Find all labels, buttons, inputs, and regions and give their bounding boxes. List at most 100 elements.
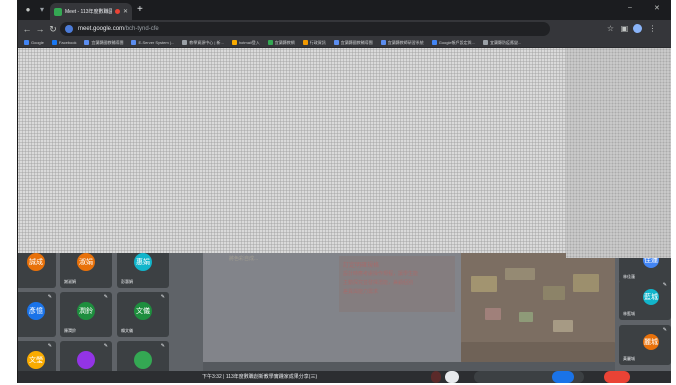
participant-avatar: 淑娟 [77, 253, 95, 271]
pin-icon[interactable]: ✎ [663, 327, 667, 333]
participant-tile[interactable]: ✎ 彥憶 [18, 292, 56, 337]
camera-button[interactable] [445, 371, 459, 383]
tab-title: Meet - 113年度數職國民小... [65, 9, 112, 15]
tab-strip: ● ▾ Meet - 113年度數職國民小... ✕ + – ✕ [18, 0, 671, 20]
photo-table-edge [461, 342, 615, 362]
pin-icon[interactable]: ✎ [161, 294, 165, 300]
participant-avatar [134, 351, 152, 369]
bookmark-item[interactable]: 宜蘭縣國教輔導團 [333, 40, 373, 46]
bookmark-label: Google帳戶設定與... [438, 39, 475, 45]
tab-list-icon[interactable]: ▾ [36, 4, 48, 16]
extension-icon[interactable]: ▣ [619, 23, 630, 34]
bookmark-favicon-icon [380, 40, 386, 45]
forward-arrow-icon[interactable]: → [34, 23, 46, 35]
bookmark-favicon-icon [84, 40, 90, 45]
bookmark-item[interactable]: 宜蘭縣教網 [267, 39, 295, 46]
page-right-border [671, 0, 676, 385]
bookmark-item[interactable]: 宜蘭縣國教輔導團 [84, 40, 123, 46]
pin-icon[interactable]: ✎ [104, 343, 108, 349]
bookmark-favicon-icon [302, 40, 308, 45]
slide-photo [461, 246, 615, 362]
participant-avatar: 誠成 [27, 253, 45, 271]
pin-icon[interactable]: ✎ [104, 294, 108, 300]
participant-tile[interactable]: ✎ 潤鈴陳潤鈴 [60, 292, 112, 337]
bookmark-item[interactable]: Google帳戶設定與... [431, 39, 475, 46]
bookmark-label: 教學資源中心 | 新... [189, 39, 224, 45]
back-arrow-icon[interactable]: ← [21, 23, 33, 35]
slide: 將色彩自成... 訂定明確規格 設計時應考慮操作規程，讓學生能 主動探究並發揮潛… [203, 246, 615, 362]
present-button[interactable] [552, 371, 574, 383]
shared-screen: 將色彩自成... 訂定明確規格 設計時應考慮操作規程，讓學生能 主動探究並發揮潛… [203, 246, 615, 376]
pin-icon[interactable]: ✎ [48, 294, 52, 300]
pin-icon[interactable]: ✎ [161, 343, 165, 349]
meeting-title: 113年度數職創新教學實踐家成果分享(三) [225, 374, 318, 380]
close-window-button[interactable]: ✕ [654, 4, 660, 12]
photo-block [505, 268, 535, 280]
bookmark-favicon-icon [231, 40, 237, 45]
bookmark-label: 行政資訊 [309, 39, 326, 45]
photo-block [543, 286, 565, 300]
bookmark-favicon-icon [131, 40, 137, 45]
tab-search-icon[interactable]: ● [22, 4, 34, 16]
bookmark-label: Google [31, 40, 44, 45]
slide-box-line: 設計時應考慮操作規程，讓學生能 [343, 271, 419, 277]
scrubbed-overlay-side [566, 48, 671, 258]
slide-box-line: 主動探究並發揮潛能，兼顧個別 [343, 280, 414, 286]
participant-tile[interactable]: ✎ 麗城 黃麗城 [619, 325, 671, 365]
photo-block [485, 308, 501, 320]
participant-tile[interactable]: ✎ 藍城林藍城 [619, 280, 671, 320]
bookmark-item[interactable]: 宜蘭縣教師研習系統 [380, 39, 424, 46]
reload-icon[interactable]: ↻ [47, 23, 59, 35]
tab-close-icon[interactable]: ✕ [123, 8, 128, 15]
participant-name: 陳潤鈴 [64, 328, 76, 333]
profile-avatar-icon[interactable] [633, 24, 642, 33]
end-call-button[interactable] [604, 371, 630, 383]
participant-name: 賴文儀 [121, 328, 133, 333]
slide-left-text: 將色彩自成... [229, 256, 259, 262]
participant-name: 林藍城 [623, 311, 635, 316]
bookmark-label: 宜蘭縣教網 [274, 39, 295, 45]
meeting-info: 下午3:32 | 113年度數職創新教學實踐家成果分享(三) [202, 373, 317, 380]
participant-name: 彭惠娟 [121, 279, 133, 284]
menu-icon[interactable]: ⋮ [647, 23, 658, 34]
slide-box-title: 訂定明確規格 [343, 263, 380, 269]
slide-highlight-box: 訂定明確規格 設計時應考慮操作規程，讓學生能 主動探究並發揮潛能，兼顧個別 差異… [339, 256, 455, 312]
participant-name: 謝淑娟 [64, 279, 76, 284]
meet-viewport: ✎誠成✎淑娟謝淑娟✎惠娟彭惠娟✎彥憶✎潤鈴陳潤鈴✎文儀賴文儀✎文瑩✎還有另外 8… [18, 48, 671, 383]
participant-avatar: 潤鈴 [77, 302, 95, 320]
bookmarks-bar: Google Facebook 宜蘭縣國教輔導團 E-Server System |.… [18, 38, 671, 48]
bookmark-item[interactable]: E-Server System |... [131, 40, 174, 45]
bookmark-label: Facebook [58, 40, 77, 45]
recording-dot-icon [114, 9, 120, 14]
bookmark-favicon-icon [267, 40, 273, 45]
bookmark-favicon-icon [182, 40, 188, 45]
bookmark-label: 宜蘭縣國教輔導團 [91, 39, 124, 45]
bookmark-label: E-Server System |... [138, 40, 175, 45]
photo-block [553, 320, 573, 332]
photo-block [573, 274, 599, 292]
bookmark-item[interactable]: 行政資訊 [302, 39, 326, 46]
slide-box-line: 差異與能力需求 [343, 289, 379, 295]
bookmark-item[interactable]: Facebook [51, 40, 77, 45]
bookmark-item[interactable]: hotmail登入 [231, 40, 260, 46]
bookmark-label: 宜蘭縣教師研習系統 [387, 39, 424, 45]
url-host: meet.google.com [78, 26, 125, 32]
minimize-button[interactable]: – [628, 4, 632, 11]
url-path: /bch-tynd-cfe [124, 26, 159, 32]
bookmark-item[interactable]: 宜蘭縣防疫應變... [482, 40, 521, 46]
bookmark-item[interactable]: Google [24, 40, 44, 45]
mic-button[interactable] [431, 371, 441, 383]
pin-icon[interactable]: ✎ [48, 343, 52, 349]
tab-meet[interactable]: Meet - 113年度數職國民小... ✕ [50, 3, 132, 20]
participant-avatar: 藍城 [643, 289, 659, 305]
pin-icon[interactable]: ✎ [663, 282, 667, 288]
address-bar[interactable]: meet.google.com /bch-tynd-cfe [60, 22, 550, 36]
photo-block [519, 312, 533, 322]
participant-tile[interactable]: ✎ 文儀 賴文儀 [117, 292, 169, 337]
bookmark-star-icon[interactable]: ☆ [605, 23, 616, 34]
photo-block [471, 276, 497, 292]
meeting-time: 下午3:32 [202, 374, 222, 380]
site-info-icon[interactable] [65, 25, 73, 33]
new-tab-button[interactable]: + [137, 4, 143, 16]
bookmark-item[interactable]: 教學資源中心 | 新... [182, 40, 224, 46]
